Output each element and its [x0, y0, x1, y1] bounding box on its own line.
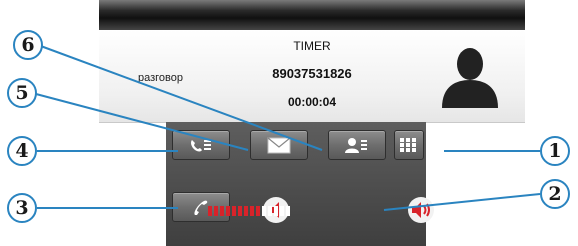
callout-5: 5 [7, 78, 37, 108]
callout-3: 3 [7, 193, 37, 223]
callout-6: 6 [13, 30, 43, 60]
callout-lines [35, 44, 541, 211]
callout-4: 4 [7, 136, 37, 166]
callout-2: 2 [540, 179, 570, 209]
callout-1: 1 [540, 136, 570, 166]
